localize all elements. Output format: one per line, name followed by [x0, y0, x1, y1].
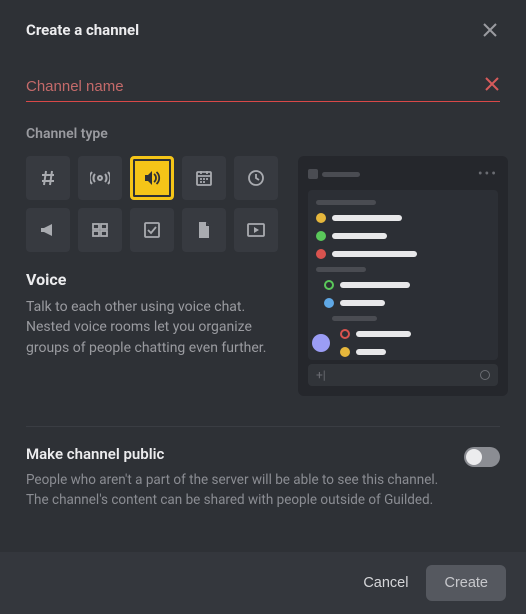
megaphone-icon — [38, 220, 58, 240]
clock-icon — [246, 168, 266, 188]
channel-type-label: Channel type — [26, 126, 500, 142]
play-icon — [246, 220, 266, 240]
close-icon — [481, 21, 499, 39]
x-icon — [484, 76, 500, 92]
type-megaphone[interactable] — [26, 208, 70, 252]
type-announcements[interactable] — [78, 156, 122, 200]
selected-type-title: Voice — [26, 270, 278, 289]
public-toggle-description: People who aren't a part of the server w… — [26, 471, 444, 510]
type-media[interactable] — [234, 208, 278, 252]
type-text[interactable] — [26, 156, 70, 200]
preview-avatar — [312, 334, 330, 352]
selected-type-description: Talk to each other using voice chat. Nes… — [26, 297, 276, 358]
type-calendar[interactable] — [182, 156, 226, 200]
modal-title: Create a channel — [26, 21, 139, 39]
type-voice[interactable] — [130, 156, 174, 200]
more-icon: ••• — [478, 166, 498, 182]
type-docs[interactable] — [182, 208, 226, 252]
modal-header: Create a channel — [0, 0, 526, 58]
channel-name-row — [26, 76, 500, 102]
speaker-icon — [142, 168, 162, 188]
check-icon — [142, 220, 162, 240]
channel-preview: ••• +| — [298, 156, 508, 396]
type-scheduling[interactable] — [234, 156, 278, 200]
broadcast-icon — [90, 168, 110, 188]
create-button[interactable]: Create — [426, 565, 506, 601]
public-toggle-title: Make channel public — [26, 445, 444, 463]
close-button[interactable] — [476, 16, 504, 44]
public-toggle[interactable] — [464, 447, 500, 467]
divider — [26, 426, 500, 427]
clear-name-button[interactable] — [484, 76, 500, 92]
type-list[interactable] — [78, 208, 122, 252]
list-icon — [90, 220, 110, 240]
create-channel-modal: Create a channel Channel type — [0, 0, 526, 614]
hash-icon — [38, 168, 58, 188]
type-todo[interactable] — [130, 208, 174, 252]
channel-name-input[interactable] — [26, 78, 500, 95]
channel-type-grid — [26, 156, 278, 252]
cancel-button[interactable]: Cancel — [363, 575, 408, 591]
modal-footer: Cancel Create — [0, 552, 526, 614]
calendar-icon — [194, 168, 214, 188]
doc-icon — [194, 220, 214, 240]
